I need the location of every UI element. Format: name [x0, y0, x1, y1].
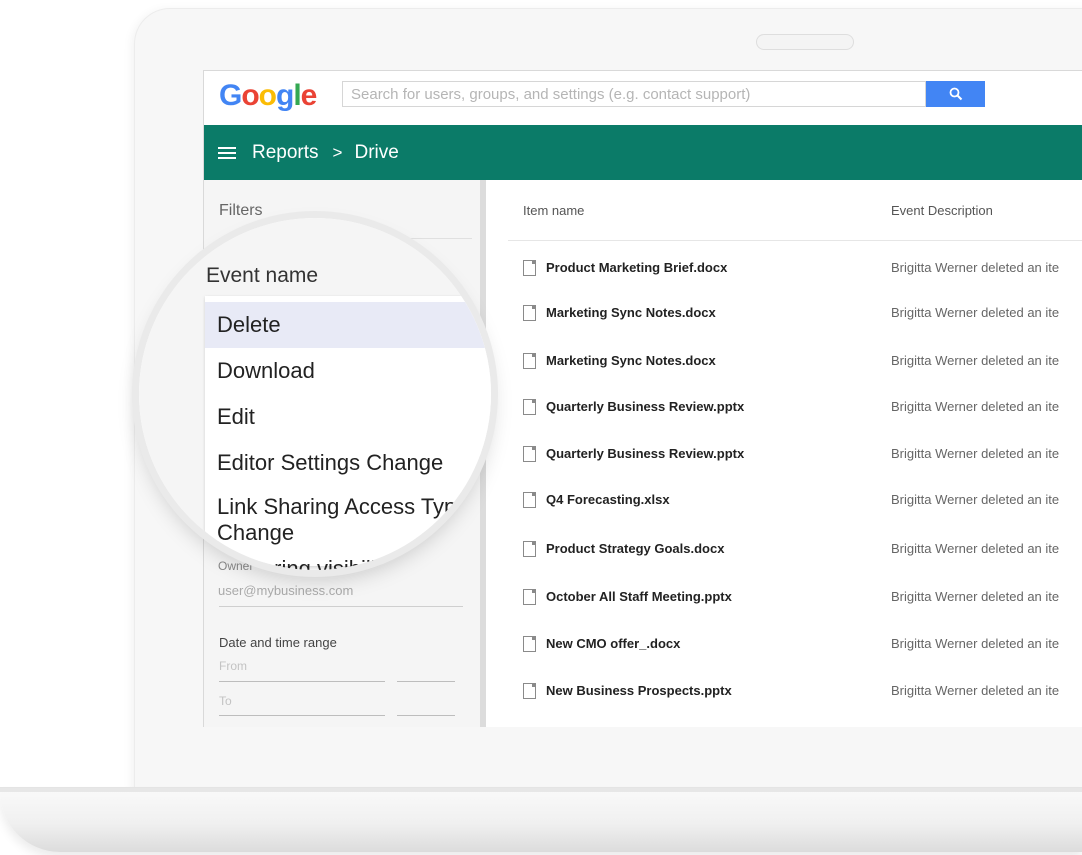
- from-date-underline: [219, 681, 385, 682]
- menu-icon[interactable]: [218, 144, 236, 162]
- event-description: Brigitta Werner deleted an ite: [891, 683, 1060, 698]
- table-row[interactable]: Quarterly Business Review.pptx Brigitta …: [486, 446, 1082, 492]
- owner-field-underline: [219, 606, 463, 607]
- google-logo[interactable]: Google: [219, 79, 317, 113]
- column-header-item-name[interactable]: Item name: [523, 203, 584, 218]
- item-name: Product Marketing Brief.docx: [546, 260, 728, 275]
- breadcrumb-reports[interactable]: Reports: [252, 142, 319, 164]
- event-name-label: Event name: [206, 264, 319, 287]
- search-button[interactable]: [926, 81, 985, 107]
- table-row[interactable]: Product Strategy Goals.docx Brigitta Wer…: [486, 541, 1082, 587]
- laptop-hinge: [0, 788, 1082, 792]
- item-name: New CMO offer_.docx: [546, 636, 681, 651]
- date-range-label: Date and time range: [219, 635, 337, 650]
- from-time-field[interactable]: [397, 681, 455, 682]
- column-header-event-description[interactable]: Event Description: [891, 203, 993, 218]
- file-icon: [523, 399, 536, 415]
- table-row[interactable]: Marketing Sync Notes.docx Brigitta Werne…: [486, 353, 1082, 399]
- nav-bar: Reports > Drive: [204, 125, 1082, 180]
- event-option-link-sharing-access-type-change[interactable]: Link Sharing Access Type Change: [205, 486, 491, 558]
- file-icon: [523, 541, 536, 557]
- item-name: October All Staff Meeting.pptx: [546, 589, 732, 604]
- laptop-base: [0, 788, 1082, 852]
- table-row[interactable]: October All Staff Meeting.pptx Brigitta …: [486, 589, 1082, 635]
- event-name-dropdown: Delete Download Edit Editor Settings Cha…: [205, 296, 491, 566]
- search-input[interactable]: [342, 81, 926, 107]
- from-date-field[interactable]: From: [219, 659, 247, 673]
- table-row[interactable]: Quarterly Business Review.pptx Brigitta …: [486, 399, 1082, 445]
- file-icon: [523, 492, 536, 508]
- event-option-editor-settings-change[interactable]: Editor Settings Change: [205, 440, 491, 486]
- event-description: Brigitta Werner deleted an ite: [891, 446, 1060, 461]
- file-icon: [523, 353, 536, 369]
- event-description: Brigitta Werner deleted an ite: [891, 260, 1060, 275]
- audit-table: Item name Event Description Product Mark…: [486, 180, 1082, 727]
- to-time-field[interactable]: [397, 715, 455, 716]
- file-icon: [523, 683, 536, 699]
- event-option-download[interactable]: Download: [205, 348, 491, 394]
- table-row[interactable]: Q4 Forecasting.xlsx Brigitta Werner dele…: [486, 492, 1082, 538]
- file-icon: [523, 446, 536, 462]
- owner-input[interactable]: user@mybusiness.com: [218, 583, 353, 598]
- divider: [508, 240, 1082, 241]
- file-icon: [523, 305, 536, 321]
- magnified-filters: Event name Delete Download Edit Editor S…: [139, 218, 491, 570]
- table-row[interactable]: Marketing Sync Notes.docx Brigitta Werne…: [486, 305, 1082, 351]
- item-name: Quarterly Business Review.pptx: [546, 446, 745, 461]
- file-icon: [523, 636, 536, 652]
- chevron-right-icon: >: [332, 142, 343, 162]
- event-description: Brigitta Werner deleted an ite: [891, 353, 1060, 368]
- table-row[interactable]: Product Marketing Brief.docx Brigitta We…: [486, 260, 1082, 306]
- top-bar: Google: [204, 71, 1082, 125]
- item-name: Q4 Forecasting.xlsx: [546, 492, 670, 507]
- magnifier-lens: Event name Delete Download Edit Editor S…: [139, 218, 491, 570]
- item-name: Marketing Sync Notes.docx: [546, 305, 716, 320]
- event-description: Brigitta Werner deleted an ite: [891, 589, 1060, 604]
- event-description: Brigitta Werner deleted an ite: [891, 541, 1060, 556]
- item-name: New Business Prospects.pptx: [546, 683, 732, 698]
- laptop-camera: [756, 34, 854, 50]
- event-option-edit[interactable]: Edit: [205, 394, 491, 440]
- event-option-sharing-visibility[interactable]: Sharing visibility: [235, 556, 393, 570]
- event-option-delete[interactable]: Delete: [205, 302, 491, 348]
- search-icon: [949, 87, 962, 101]
- item-name: Quarterly Business Review.pptx: [546, 399, 745, 414]
- table-row[interactable]: New Business Prospects.pptx Brigitta Wer…: [486, 683, 1082, 727]
- event-description: Brigitta Werner deleted an ite: [891, 636, 1060, 651]
- event-description: Brigitta Werner deleted an ite: [891, 399, 1060, 414]
- table-row[interactable]: New CMO offer_.docx Brigitta Werner dele…: [486, 636, 1082, 682]
- item-name: Marketing Sync Notes.docx: [546, 353, 716, 368]
- event-description: Brigitta Werner deleted an ite: [891, 492, 1060, 507]
- event-description: Brigitta Werner deleted an ite: [891, 305, 1060, 320]
- to-date-underline: [219, 715, 385, 716]
- breadcrumb-current: Drive: [354, 141, 399, 163]
- file-icon: [523, 260, 536, 276]
- file-icon: [523, 589, 536, 605]
- to-date-field[interactable]: To: [219, 694, 232, 708]
- item-name: Product Strategy Goals.docx: [546, 541, 725, 556]
